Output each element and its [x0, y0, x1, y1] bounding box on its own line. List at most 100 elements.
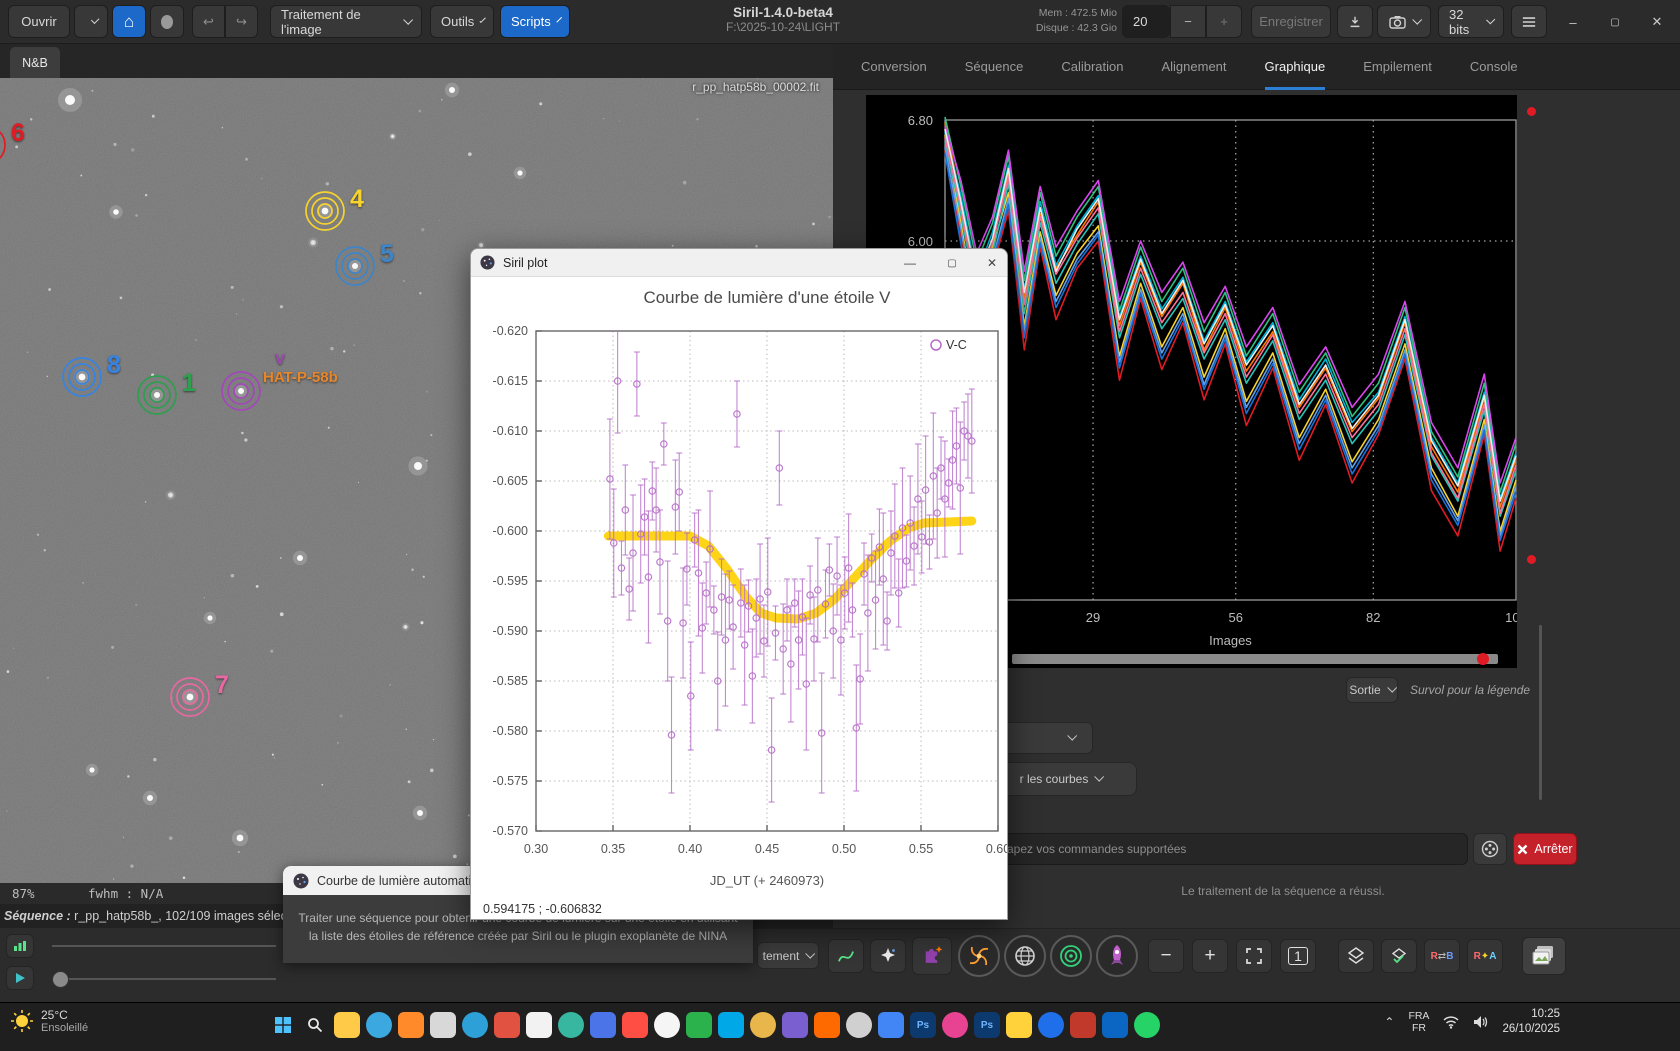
plot-window-titlebar[interactable]: Siril plot — ▢ ✕ — [471, 249, 1007, 277]
frame-slider2-track[interactable] — [52, 978, 276, 980]
open-dropdown-button[interactable] — [74, 5, 108, 38]
taskbar-app-icon-22[interactable] — [942, 1012, 968, 1038]
zoom-increase-button[interactable]: + — [1206, 5, 1242, 38]
taskbar-app-icon-6[interactable] — [430, 1012, 456, 1038]
taskbar-app-icon-28[interactable] — [1134, 1012, 1160, 1038]
language-indicator[interactable]: FRAFR — [1408, 1010, 1429, 1034]
plugin-button[interactable] — [912, 937, 952, 975]
hamburger-menu-button[interactable] — [1511, 5, 1547, 38]
taskbar-app-icon-21[interactable]: Ps — [910, 1012, 936, 1038]
snapshot-button[interactable] — [1377, 5, 1431, 38]
processing-dropdown-fragment[interactable]: tement — [757, 942, 819, 969]
taskbar-app-icon-9[interactable] — [526, 1012, 552, 1038]
quality-plot-button[interactable] — [6, 934, 34, 958]
svg-text:0.30: 0.30 — [524, 842, 548, 856]
tab-nb[interactable]: N&B — [10, 47, 60, 78]
taskbar-app-icon-27[interactable] — [1102, 1012, 1128, 1038]
tab-séquence[interactable]: Séquence — [965, 43, 1024, 90]
zoom-in-button[interactable]: + — [1192, 939, 1228, 973]
star-detection-button[interactable] — [870, 939, 906, 973]
frame-slider-handle[interactable] — [52, 971, 69, 988]
image-processing-menu-button[interactable]: Traitement de l'image — [270, 5, 422, 38]
psf-target-button[interactable] — [1050, 935, 1092, 977]
stop-button[interactable]: Arrêter — [1513, 833, 1577, 865]
taskbar-app-icon-7[interactable] — [462, 1012, 488, 1038]
taskbar-app-icon-16[interactable] — [750, 1012, 776, 1038]
tab-graphique[interactable]: Graphique — [1265, 43, 1326, 90]
tab-calibration[interactable]: Calibration — [1061, 43, 1123, 90]
command-input[interactable] — [990, 833, 1468, 865]
save-as-button[interactable] — [1337, 5, 1373, 38]
taskbar-app-icon-11[interactable] — [590, 1012, 616, 1038]
command-help-button[interactable] — [1473, 833, 1507, 865]
taskbar-app-icon-20[interactable] — [878, 1012, 904, 1038]
taskbar-app-icon-24[interactable] — [1006, 1012, 1032, 1038]
photometry-web-button[interactable] — [1004, 935, 1046, 977]
taskbar-app-icon-17[interactable] — [782, 1012, 808, 1038]
tab-conversion[interactable]: Conversion — [861, 43, 927, 90]
zoom-fit-button[interactable] — [1236, 939, 1272, 973]
save-button[interactable]: Enregistrer — [1251, 5, 1331, 38]
star-annotation-7: 7 — [215, 671, 229, 700]
rgb-compose-button[interactable]: R✦A — [1467, 939, 1503, 973]
taskbar-app-icon-3[interactable] — [334, 1012, 360, 1038]
undo-button[interactable]: ↩ — [192, 5, 225, 38]
taskbar-app-icon-15[interactable] — [718, 1012, 744, 1038]
taskbar-clock[interactable]: 10:25 26/10/2025 — [1502, 1007, 1560, 1037]
tab-console[interactable]: Console — [1470, 43, 1518, 90]
curves-tool-button[interactable] — [828, 939, 864, 973]
taskbar-app-icon-18[interactable] — [814, 1012, 840, 1038]
layers-button[interactable] — [1338, 939, 1374, 973]
scripts-menu-button[interactable]: Scripts — [500, 5, 570, 38]
taskbar-app-icon-26[interactable] — [1070, 1012, 1096, 1038]
taskbar-app-icon-1[interactable] — [270, 1012, 296, 1038]
output-dropdown[interactable]: Sortie — [1346, 677, 1398, 703]
graph-handle-dot-top[interactable] — [1527, 107, 1536, 116]
redo-button[interactable]: ↪ — [225, 5, 258, 38]
siril-plot-window[interactable]: Siril plot — ▢ ✕ Courbe de lumière d'une… — [470, 248, 1008, 920]
graph-handle-dot-bottom[interactable] — [1527, 555, 1536, 564]
maximize-button[interactable]: ▢ — [1602, 10, 1628, 34]
plot-minimize-button[interactable]: — — [895, 253, 925, 273]
wifi-icon[interactable] — [1443, 1015, 1459, 1029]
taskbar-app-icon-12[interactable] — [622, 1012, 648, 1038]
close-button[interactable]: ✕ — [1644, 10, 1670, 34]
taskbar-app-icon-5[interactable] — [398, 1012, 424, 1038]
minimize-button[interactable]: – — [1560, 10, 1586, 34]
rgb-align-button[interactable]: R⇄B — [1424, 939, 1460, 973]
panel-scrollbar[interactable] — [1539, 625, 1542, 800]
tab-empilement[interactable]: Empilement — [1363, 43, 1432, 90]
layers-check-button[interactable] — [1381, 939, 1417, 973]
volume-icon[interactable] — [1473, 1015, 1488, 1029]
taskbar-app-icon-8[interactable] — [494, 1012, 520, 1038]
play-sequence-button[interactable] — [6, 966, 34, 990]
taskbar-app-icon-14[interactable] — [686, 1012, 712, 1038]
taskbar-weather[interactable]: 25°C Ensoleillé — [10, 1008, 88, 1034]
tab-alignement[interactable]: Alignement — [1161, 43, 1226, 90]
taskbar-app-icon-13[interactable] — [654, 1012, 680, 1038]
zoom-spin-value[interactable]: 20 — [1122, 5, 1170, 38]
taskbar-app-icon-25[interactable] — [1038, 1012, 1064, 1038]
bit-depth-button[interactable]: 32 bits — [1438, 5, 1504, 38]
taskbar-app-icon-4[interactable] — [366, 1012, 392, 1038]
taskbar-app-icon-19[interactable] — [846, 1012, 872, 1038]
record-button[interactable] — [150, 5, 184, 38]
open-button[interactable]: Ouvrir — [8, 5, 70, 38]
home-button[interactable]: ⌂ — [112, 5, 146, 38]
tray-expand-chevron[interactable]: ⌃ — [1384, 1015, 1394, 1029]
taskbar-app-icon-10[interactable] — [558, 1012, 584, 1038]
tools-menu-button[interactable]: Outils — [430, 5, 494, 38]
frame-slider-track[interactable] — [52, 945, 276, 947]
taskbar-app-icon-23[interactable]: Ps — [974, 1012, 1000, 1038]
plot-close-button[interactable]: ✕ — [977, 253, 1007, 273]
zoom-decrease-button[interactable]: − — [1170, 5, 1206, 38]
plot-type-dropdown[interactable] — [993, 722, 1093, 754]
svg-text:109: 109 — [1505, 610, 1517, 625]
launcher-button[interactable] — [1096, 935, 1138, 977]
zoom-out-button[interactable]: − — [1148, 939, 1184, 973]
plot-maximize-button[interactable]: ▢ — [937, 253, 967, 273]
zoom-one-to-one-button[interactable]: 1 — [1280, 939, 1316, 973]
taskbar-app-icon-2[interactable] — [302, 1012, 328, 1038]
astrometry-button[interactable] — [958, 935, 1000, 977]
image-list-button[interactable] — [1522, 937, 1566, 975]
